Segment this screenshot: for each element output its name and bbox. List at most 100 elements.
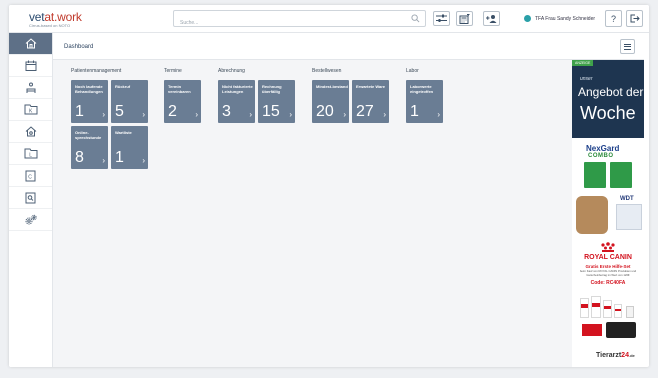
- home-icon: [25, 38, 36, 49]
- sidebar-item-patients[interactable]: K: [9, 99, 52, 121]
- group-title: Labor: [406, 68, 419, 74]
- tierarzt24-logo: Tierarzt24.de: [596, 352, 635, 359]
- calculator-button[interactable]: [456, 11, 473, 26]
- waiting-room-icon: [26, 82, 35, 93]
- tile-label: Laborwerte eingetroffen: [410, 84, 434, 94]
- first-aid-kit-image: [606, 322, 636, 338]
- chevron-right-icon: ›: [289, 110, 292, 119]
- tile-count: 27: [356, 103, 374, 120]
- search-input[interactable]: [174, 15, 399, 31]
- sidebar-item-documents[interactable]: C: [9, 165, 52, 187]
- tile-count: 1: [410, 103, 419, 120]
- document-c-icon: C: [25, 170, 36, 181]
- chevron-right-icon: ›: [343, 110, 346, 119]
- chevron-right-icon: ›: [249, 110, 252, 119]
- sidebar-item-settings[interactable]: [9, 209, 52, 231]
- tile-label: Erwartete Ware: [356, 84, 385, 89]
- logout-icon: [630, 14, 640, 23]
- sidebar-item-calendar[interactable]: [9, 55, 52, 77]
- ad-badge: ANZEIGE: [572, 60, 594, 66]
- sidebar-item-lab[interactable]: L: [9, 143, 52, 165]
- tile-count: 2: [168, 103, 177, 120]
- product-box-image: [610, 162, 632, 188]
- tile-minimum-stock[interactable]: Mindest-bestand 20 ›: [312, 80, 349, 123]
- ad-line-3: Woche: [580, 103, 636, 123]
- sidebar-item-waiting-room[interactable]: [9, 77, 52, 99]
- menu-button[interactable]: [620, 39, 635, 54]
- house-visit-icon: [25, 126, 36, 137]
- chevron-right-icon: ›: [437, 110, 440, 119]
- app-window: vetat.work Cirrus-based on NOTO TFA Frau…: [9, 5, 649, 367]
- tile-label: Termin vereinbaren: [168, 84, 191, 94]
- tile-expected-goods[interactable]: Erwartete Ware 27 ›: [352, 80, 389, 123]
- document-search-icon: [25, 192, 36, 203]
- group-title: Abrechnung: [218, 68, 245, 74]
- sidebar: K L C: [9, 33, 53, 367]
- ad-tierarzt24[interactable]: Tierarzt24.de: [572, 294, 644, 366]
- tile-make-appointment[interactable]: Termin vereinbaren 2 ›: [164, 80, 201, 123]
- ad-line-2: Angebot der: [578, 85, 644, 99]
- tile-count: 1: [115, 149, 124, 166]
- ad-offer-of-the-week[interactable]: ANZEIGE unser Angebot der Woche: [572, 60, 644, 138]
- tile-label: Wartliste: [115, 130, 132, 135]
- user-status[interactable]: TFA Frau Sandy Schneider: [524, 15, 595, 22]
- chevron-right-icon: ›: [195, 110, 198, 119]
- tile-online-consultation[interactable]: Online-sprechstunde 8 ›: [71, 126, 108, 169]
- ad-line-1: unser: [580, 76, 593, 82]
- help-button[interactable]: ?: [605, 10, 622, 27]
- tile-label: Rückruf: [115, 84, 131, 89]
- tile-count: 8: [75, 149, 84, 166]
- nexgard-sub: COMBO: [588, 153, 614, 159]
- product-bag-image: [603, 300, 612, 318]
- chevron-right-icon: ›: [142, 156, 145, 165]
- dashboard-content: Patientenmanagement Noch laufende Behand…: [53, 60, 572, 367]
- tile-label: Nicht fakturierte Leistungen: [222, 84, 253, 94]
- user-name: TFA Frau Sandy Schneider: [535, 15, 596, 22]
- tile-count: 20: [316, 103, 334, 120]
- ad-promo-code: Code: RC40FA: [590, 280, 626, 286]
- add-user-icon: [486, 15, 497, 23]
- search-icon[interactable]: [411, 14, 420, 23]
- tile-waiting-list[interactable]: Wartliste 1 ›: [111, 126, 148, 169]
- app-logo[interactable]: vetat.work Cirrus-based on NOTO: [29, 10, 82, 28]
- tile-label: Noch laufende Behandlungen: [75, 84, 103, 94]
- chevron-right-icon: ›: [102, 110, 105, 119]
- tile-label: Mindest-bestand: [316, 84, 348, 89]
- crown-icon: [601, 242, 615, 252]
- chevron-right-icon: ›: [142, 110, 145, 119]
- help-icon: ?: [610, 13, 616, 24]
- calculator-icon: [459, 13, 470, 24]
- tile-count: 15: [262, 103, 280, 120]
- svg-text:L: L: [29, 153, 32, 159]
- group-abrechnung: Abrechnung Nicht fakturierte Leistungen 3…: [218, 68, 298, 123]
- sidebar-item-search-records[interactable]: [9, 187, 52, 209]
- add-patient-button[interactable]: [483, 11, 500, 26]
- ad-wdt[interactable]: WDT: [572, 194, 644, 238]
- wdt-logo: WDT: [620, 196, 634, 202]
- filter-button[interactable]: [433, 11, 450, 26]
- tile-callback[interactable]: Rückruf 5 ›: [111, 80, 148, 123]
- tile-invoice-overdue[interactable]: Rechnung überfällig 15 ›: [258, 80, 295, 123]
- product-box-image: [584, 162, 606, 188]
- group-title: Patientenmanagement: [71, 68, 122, 74]
- tile-unbilled-services[interactable]: Nicht fakturierte Leistungen 3 ›: [218, 80, 255, 123]
- ad-column: ANZEIGE unser Angebot der Woche NexGard …: [572, 60, 644, 367]
- royal-canin-logo: ROYAL CANIN: [584, 254, 632, 261]
- tile-running-treatments[interactable]: Noch laufende Behandlungen 1 ›: [71, 80, 108, 123]
- ad-royal-canin[interactable]: ROYAL CANIN Gratis Erste Hilfe-Set beim …: [572, 240, 644, 292]
- cat-image: [576, 196, 608, 234]
- patient-folder-k-icon: K: [24, 104, 37, 115]
- tile-count: 3: [222, 103, 231, 120]
- tile-lab-results-arrived[interactable]: Laborwerte eingetroffen 1 ›: [406, 80, 443, 123]
- product-bag-image: [580, 298, 589, 318]
- folder-l-icon: L: [24, 148, 37, 159]
- page-header: Dashboard: [53, 33, 644, 60]
- logout-button[interactable]: [626, 10, 643, 27]
- hamburger-icon: [624, 43, 631, 45]
- sidebar-item-home[interactable]: [9, 33, 52, 55]
- sidebar-item-house-visit[interactable]: [9, 121, 52, 143]
- page-title: Dashboard: [64, 44, 94, 50]
- nexgard-logo: NexGard: [586, 144, 620, 153]
- ad-nexgard[interactable]: NexGard COMBO: [572, 142, 644, 192]
- first-aid-bag-image: [582, 324, 602, 336]
